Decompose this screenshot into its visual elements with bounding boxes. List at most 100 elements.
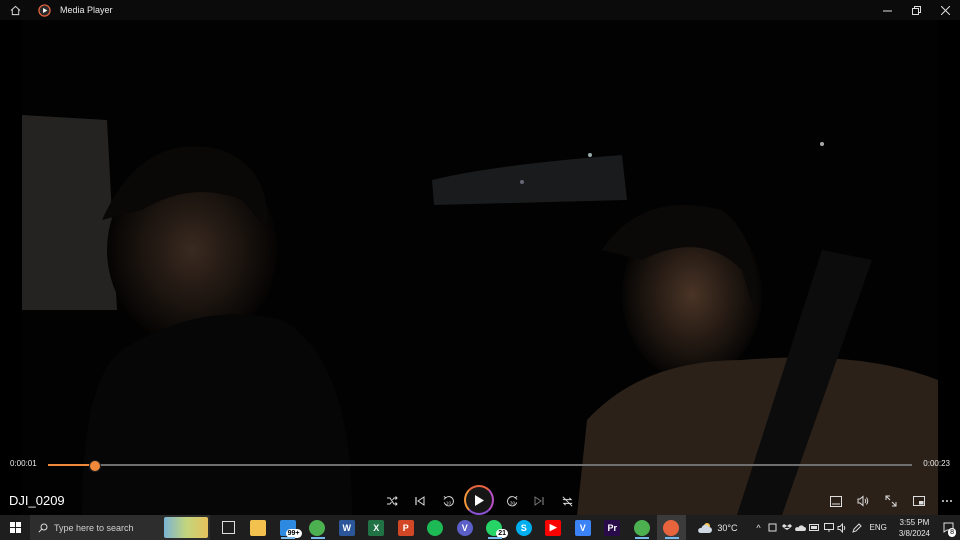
taskbar: Type here to search 99+ W X P V 21 S ▶ V Pr 30°C … xyxy=(0,515,960,540)
repeat-off-icon xyxy=(562,496,572,506)
search-icon xyxy=(38,523,48,533)
more-options-button[interactable] xyxy=(936,490,958,512)
taskbar-app-powerpoint[interactable]: P xyxy=(391,515,421,540)
fullscreen-button[interactable] xyxy=(880,490,902,512)
media-player-app-icon xyxy=(34,0,54,20)
search-highlight-image xyxy=(164,517,208,538)
network-icon[interactable] xyxy=(822,515,836,540)
taskbar-app-whatsapp[interactable]: 21 xyxy=(480,515,510,540)
weather-widget[interactable]: 30°C xyxy=(697,522,738,534)
skip-forward-30-button[interactable]: 30 xyxy=(501,490,523,512)
repeat-off-button[interactable] xyxy=(556,490,578,512)
minimize-icon xyxy=(883,10,892,11)
volume-icon xyxy=(857,495,869,507)
battery-icon[interactable] xyxy=(808,515,822,540)
powerpoint-icon: P xyxy=(397,519,414,536)
taskbar-app-chrome-2[interactable] xyxy=(627,515,657,540)
pen-icon[interactable] xyxy=(850,515,864,540)
tray-device-icon[interactable] xyxy=(766,515,780,540)
skip-back-10-button[interactable]: 10 xyxy=(437,490,459,512)
weather-temperature: 30°C xyxy=(717,522,738,533)
chrome-icon xyxy=(309,519,326,536)
minimize-button[interactable] xyxy=(873,0,902,20)
notification-count: 8 xyxy=(948,528,956,537)
seek-bar-thumb[interactable] xyxy=(88,460,101,472)
word-icon: W xyxy=(338,519,355,536)
taskbar-app-youtube[interactable]: ▶ xyxy=(539,515,569,540)
windows-logo-icon xyxy=(9,522,21,533)
next-icon xyxy=(534,496,544,506)
close-button[interactable] xyxy=(931,0,960,20)
skip-back-10-icon: 10 xyxy=(443,495,454,506)
powerpoint-glyph: P xyxy=(402,522,409,533)
language-indicator[interactable]: ENG xyxy=(870,523,887,532)
taskbar-app-vpn[interactable]: V xyxy=(450,515,480,540)
play-icon xyxy=(475,494,484,506)
excel-icon: X xyxy=(368,519,385,536)
clock-time: 3:55 PM xyxy=(899,517,930,527)
more-options-icon xyxy=(942,500,952,502)
media-title: DJI_0209 xyxy=(9,493,65,508)
restore-icon xyxy=(912,5,921,15)
chrome-2-icon xyxy=(633,519,650,536)
clock-date: 3/8/2024 xyxy=(898,528,930,538)
previous-icon xyxy=(415,496,425,506)
taskbar-app-skype[interactable]: S xyxy=(509,515,539,540)
taskbar-app-chrome[interactable] xyxy=(303,515,333,540)
taskbar-app-media-player[interactable] xyxy=(656,515,686,540)
playback-controls: DJI_0209 10 30 xyxy=(0,485,960,516)
svg-text:10: 10 xyxy=(445,500,451,505)
taskbar-app-premiere[interactable]: Pr xyxy=(598,515,628,540)
search-placeholder: Type here to search xyxy=(54,522,134,533)
shuffle-button[interactable] xyxy=(381,490,403,512)
play-button[interactable] xyxy=(464,485,494,515)
volume-button[interactable] xyxy=(852,490,874,512)
chevron-up-icon: ^ xyxy=(756,522,761,533)
vscode-v-glyph: V xyxy=(579,522,586,533)
current-time: 0:00:01 xyxy=(10,459,37,468)
whatsapp-badge: 21 xyxy=(496,529,508,538)
vpn-glyph: V xyxy=(461,522,468,533)
taskbar-app-excel[interactable]: X xyxy=(362,515,392,540)
seek-bar-row: 0:00:01 0:00:23 xyxy=(0,456,960,474)
captions-button[interactable] xyxy=(825,490,847,512)
duration-time: 0:00:23 xyxy=(923,459,950,468)
taskbar-app-task-view[interactable] xyxy=(214,515,244,540)
taskbar-app-mail[interactable]: 99+ xyxy=(273,515,303,540)
speaker-icon[interactable] xyxy=(836,515,850,540)
video-content-image xyxy=(22,20,938,515)
svg-text:30: 30 xyxy=(509,500,515,505)
dropbox-icon[interactable] xyxy=(780,515,794,540)
close-icon xyxy=(941,5,950,15)
home-button[interactable] xyxy=(0,0,30,20)
taskbar-app-spotify[interactable] xyxy=(421,515,451,540)
media-player-icon xyxy=(663,519,680,536)
next-button[interactable] xyxy=(528,490,550,512)
video-surface[interactable] xyxy=(0,20,960,515)
word-glyph: W xyxy=(342,522,352,533)
taskbar-app-word[interactable]: W xyxy=(332,515,362,540)
previous-button[interactable] xyxy=(409,490,431,512)
taskbar-app-vscode-v[interactable]: V xyxy=(568,515,598,540)
show-hidden-icons-button[interactable]: ^ xyxy=(752,515,766,540)
notifications-button[interactable]: 8 xyxy=(936,515,960,540)
home-icon xyxy=(10,5,20,15)
seek-bar[interactable] xyxy=(48,460,912,472)
youtube-glyph: ▶ xyxy=(549,522,557,532)
video-frame xyxy=(22,20,938,515)
seek-bar-progress xyxy=(48,464,94,466)
onedrive-icon[interactable] xyxy=(794,515,808,540)
system-tray: 30°C ^ ENG 3:55 PM 3/8/2024 8 xyxy=(697,515,960,540)
spotify-icon xyxy=(427,519,444,536)
mini-player-button[interactable] xyxy=(908,490,930,512)
skype-glyph: S xyxy=(520,522,527,533)
taskbar-apps: 99+ W X P V 21 S ▶ V Pr xyxy=(214,515,686,540)
restore-button[interactable] xyxy=(902,0,931,20)
vscode-v-icon: V xyxy=(574,519,591,536)
start-button[interactable] xyxy=(0,515,30,540)
taskbar-app-file-explorer[interactable] xyxy=(244,515,274,540)
taskbar-search[interactable]: Type here to search xyxy=(30,515,210,540)
clock[interactable]: 3:55 PM 3/8/2024 xyxy=(899,517,930,539)
file-explorer-icon xyxy=(250,519,267,536)
skip-forward-30-icon: 30 xyxy=(506,495,517,506)
